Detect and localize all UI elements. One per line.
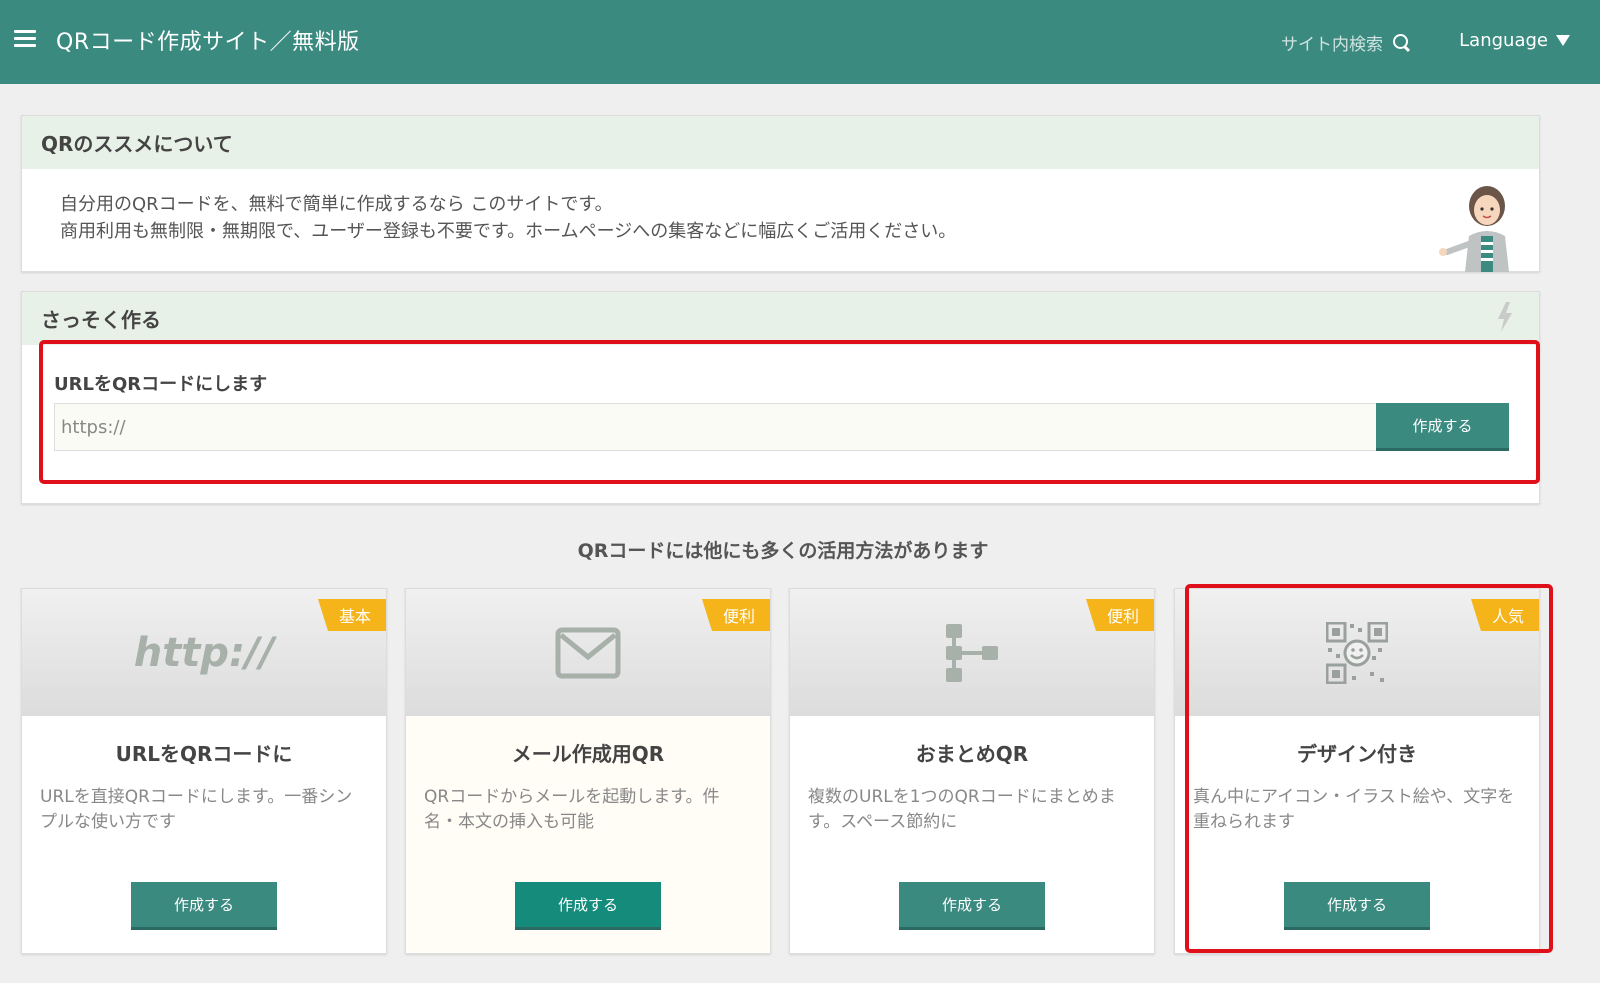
top-navbar: QRコード作成サイト／無料版 サイト内検索 Language xyxy=(0,0,1600,84)
card-image-area: 便利 xyxy=(790,589,1154,716)
guide-person-illustration xyxy=(1439,186,1509,272)
site-title[interactable]: QRコード作成サイト／無料版 xyxy=(56,24,360,56)
card-mail-qr: 便利 メール作成用QR QRコードからメールを起動します。件名・本文の挿入も可能… xyxy=(405,588,771,954)
site-search-label: サイト内検索 xyxy=(1281,35,1383,55)
create-button[interactable]: 作成する xyxy=(131,882,277,930)
card-description: 真ん中にアイコン・イラスト絵や、文字を重ねられます xyxy=(1193,787,1515,832)
sitemap-icon xyxy=(946,623,998,682)
card-description: QRコードからメールを起動します。件名・本文の挿入も可能 xyxy=(424,787,720,832)
search-icon xyxy=(1393,34,1410,51)
badge: 便利 xyxy=(702,599,770,631)
http-icon: http:// xyxy=(133,629,275,676)
card-image-area: 人気 xyxy=(1175,589,1539,716)
menu-icon[interactable] xyxy=(14,30,36,48)
card-title: メール作成用QR xyxy=(511,742,665,766)
card-title: URLをQRコードに xyxy=(115,742,293,766)
site-search-link[interactable]: サイト内検索 xyxy=(1281,30,1410,55)
card-url-qr: 基本 http:// URLをQRコードに URLを直接QRコードにします。一番… xyxy=(21,588,387,954)
envelope-icon xyxy=(555,627,621,678)
quick-create-heading: さっそく作る xyxy=(22,292,1539,345)
card-image-area: 便利 xyxy=(406,589,770,716)
create-button[interactable]: 作成する xyxy=(1284,882,1430,930)
lightning-icon xyxy=(1498,302,1512,332)
language-selector[interactable]: Language xyxy=(1459,30,1570,51)
card-description: URLを直接QRコードにします。一番シンプルな使い方です xyxy=(40,787,353,832)
card-title: デザイン付き xyxy=(1297,742,1417,766)
url-input[interactable] xyxy=(54,403,1377,451)
about-line-1: 自分用のQRコードを、無料で簡単に作成するなら このサイトです。 xyxy=(60,194,613,215)
badge: 人気 xyxy=(1471,599,1539,631)
quick-create-panel: さっそく作る URLをQRコードにします 作成する xyxy=(21,291,1540,504)
create-button[interactable]: 作成する xyxy=(899,882,1045,930)
card-description: 複数のURLを1つのQRコードにまとめます。スペース節約に xyxy=(808,787,1116,832)
badge: 基本 xyxy=(318,599,386,631)
card-image-area: 基本 http:// xyxy=(22,589,386,716)
card-bundle-qr: 便利 おまとめQR 複数のURLを1つのQRコードにまとめます。スペース節約に … xyxy=(789,588,1155,954)
create-qr-button[interactable]: 作成する xyxy=(1376,403,1509,451)
about-panel: QRのススメについて 自分用のQRコードを、無料で簡単に作成するなら このサイト… xyxy=(21,115,1540,272)
language-label: Language xyxy=(1459,30,1548,51)
about-heading: QRのススメについて xyxy=(22,116,1539,169)
about-text: 自分用のQRコードを、無料で簡単に作成するなら このサイトです。 商用利用も無制… xyxy=(22,169,1539,267)
badge: 便利 xyxy=(1086,599,1154,631)
caret-down-icon xyxy=(1556,35,1570,46)
card-title: おまとめQR xyxy=(915,742,1029,766)
url-field-label: URLをQRコードにします xyxy=(54,374,268,395)
create-button[interactable]: 作成する xyxy=(515,882,661,930)
qr-smiley-icon xyxy=(1326,621,1388,684)
card-design-qr: 人気 デザイン付き 真ん中にアイコン・イラスト絵や、文字を重ねられます 作成する xyxy=(1174,588,1540,954)
about-line-2: 商用利用も無制限・無期限で、ユーザー登録も不要です。ホームページへの集客などに幅… xyxy=(60,221,957,242)
section-heading: QRコードには他にも多くの活用方法があります xyxy=(577,540,989,562)
